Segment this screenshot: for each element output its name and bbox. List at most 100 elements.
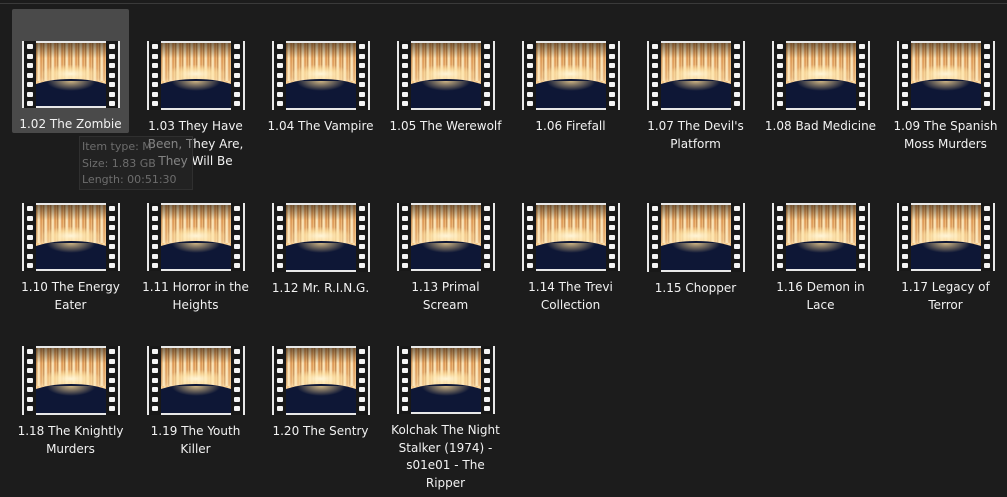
film-strip-edge bbox=[980, 203, 993, 271]
window-top-border bbox=[0, 3, 1007, 4]
file-item[interactable]: 1.19 The Youth Killer bbox=[137, 314, 254, 492]
video-preview-frame bbox=[285, 205, 356, 270]
video-preview-frame bbox=[660, 205, 731, 270]
video-preview-frame bbox=[285, 43, 356, 108]
file-name-label: 1.12 Mr. R.I.N.G. bbox=[271, 281, 370, 295]
film-strip-edge bbox=[648, 203, 661, 272]
film-strip-edge bbox=[898, 203, 911, 271]
video-file-icon bbox=[896, 41, 995, 110]
file-name-label: 1.08 Bad Medicine bbox=[764, 119, 877, 133]
film-strip-edge bbox=[605, 203, 618, 271]
file-item[interactable]: 1.14 The Trevi Collection bbox=[512, 171, 629, 314]
video-file-icon bbox=[396, 346, 495, 414]
video-preview-frame bbox=[535, 43, 606, 108]
film-strip-edge bbox=[23, 346, 36, 415]
file-name-label: 1.16 Demon in Lace bbox=[776, 280, 865, 312]
film-strip-edge bbox=[648, 41, 661, 110]
file-item[interactable]: 1.10 The Energy Eater bbox=[12, 171, 129, 314]
film-strip-edge bbox=[398, 41, 411, 110]
file-item[interactable]: 1.02 The Zombie bbox=[12, 9, 129, 133]
film-strip-edge bbox=[398, 203, 411, 271]
film-strip-edge bbox=[148, 346, 161, 415]
file-item[interactable]: 1.16 Demon in Lace bbox=[762, 171, 879, 314]
film-strip-edge bbox=[148, 203, 161, 271]
video-preview-frame bbox=[410, 205, 481, 269]
tooltip-size: Size: 1.83 GB bbox=[82, 156, 156, 170]
file-name-label: 1.20 The Sentry bbox=[272, 424, 369, 438]
film-strip-edge bbox=[730, 41, 743, 110]
video-file-icon bbox=[146, 346, 245, 415]
video-preview-frame bbox=[35, 43, 106, 106]
film-strip-edge bbox=[355, 346, 368, 415]
video-preview-frame bbox=[160, 205, 231, 269]
film-strip-edge bbox=[898, 41, 911, 110]
film-strip-edge bbox=[773, 203, 786, 271]
tooltip-length: Length: 00:51:30 bbox=[82, 173, 177, 186]
video-file-icon bbox=[396, 203, 495, 271]
film-strip-edge bbox=[23, 203, 36, 271]
video-file-icon bbox=[21, 346, 120, 415]
film-strip-edge bbox=[480, 41, 493, 110]
video-preview-frame bbox=[410, 43, 481, 108]
video-file-icon bbox=[271, 41, 370, 110]
video-preview-frame bbox=[910, 205, 981, 269]
film-strip-edge bbox=[355, 203, 368, 272]
video-preview-frame bbox=[35, 348, 106, 413]
film-strip-edge bbox=[480, 203, 493, 271]
film-strip-edge bbox=[398, 346, 411, 414]
file-name-label: 1.19 The Youth Killer bbox=[150, 424, 241, 456]
file-name-label: 1.18 The Knightly Murders bbox=[17, 424, 124, 456]
film-strip-edge bbox=[148, 41, 161, 110]
file-item[interactable]: 1.05 The Werewolf bbox=[387, 9, 504, 171]
tooltip-item-type: Item type: M bbox=[82, 140, 152, 153]
video-file-icon bbox=[646, 41, 745, 110]
file-name-label: 1.09 The Spanish Moss Murders bbox=[893, 119, 998, 151]
video-preview-frame bbox=[35, 205, 106, 269]
video-file-icon bbox=[896, 203, 995, 271]
file-item[interactable]: 1.20 The Sentry bbox=[262, 314, 379, 492]
video-file-icon bbox=[271, 203, 370, 272]
video-file-icon bbox=[21, 203, 120, 271]
film-strip-edge bbox=[605, 41, 618, 110]
file-item[interactable]: Kolchak The Night Stalker (1974) - s01e0… bbox=[387, 314, 504, 492]
file-item[interactable]: 1.17 Legacy of Terror bbox=[887, 171, 1004, 314]
film-strip-edge bbox=[523, 203, 536, 271]
file-item[interactable]: 1.04 The Vampire bbox=[262, 9, 379, 171]
film-strip-edge bbox=[105, 203, 118, 271]
film-strip-edge bbox=[855, 41, 868, 110]
film-strip-edge bbox=[230, 41, 243, 110]
video-file-icon bbox=[271, 346, 370, 415]
file-item[interactable]: 1.06 Firefall bbox=[512, 9, 629, 171]
file-name-label: Kolchak The Night Stalker (1974) - s01e0… bbox=[391, 423, 500, 490]
file-info-tooltip: Item type: M Size: 1.83 GB Length: 00:51… bbox=[79, 136, 193, 190]
file-item[interactable]: 1.18 The Knightly Murders bbox=[12, 314, 129, 492]
file-name-label: 1.11 Horror in the Heights bbox=[142, 280, 249, 312]
film-strip-edge bbox=[230, 346, 243, 415]
film-strip-edge bbox=[273, 41, 286, 110]
film-strip-edge bbox=[273, 203, 286, 272]
video-file-icon bbox=[771, 203, 870, 271]
file-name-label: 1.10 The Energy Eater bbox=[21, 280, 120, 312]
video-file-icon bbox=[521, 41, 620, 110]
video-file-icon bbox=[21, 41, 120, 108]
file-item[interactable]: 1.12 Mr. R.I.N.G. bbox=[262, 171, 379, 314]
file-item[interactable]: 1.13 Primal Scream bbox=[387, 171, 504, 314]
film-strip-edge bbox=[273, 346, 286, 415]
file-item[interactable]: 1.09 The Spanish Moss Murders bbox=[887, 9, 1004, 171]
file-name-label: 1.14 The Trevi Collection bbox=[528, 280, 613, 312]
video-preview-frame bbox=[785, 43, 856, 108]
video-file-icon bbox=[396, 41, 495, 110]
film-strip-edge bbox=[855, 203, 868, 271]
video-preview-frame bbox=[160, 43, 231, 108]
file-item[interactable]: 1.15 Chopper bbox=[637, 171, 754, 314]
file-item[interactable]: 1.11 Horror in the Heights bbox=[137, 171, 254, 314]
file-name-label: 1.15 Chopper bbox=[654, 281, 737, 295]
file-name-label: 1.07 The Devil's Platform bbox=[647, 119, 744, 151]
film-strip-edge bbox=[730, 203, 743, 272]
file-name-label: 1.05 The Werewolf bbox=[389, 119, 502, 133]
file-item[interactable]: 1.08 Bad Medicine bbox=[762, 9, 879, 171]
film-strip-edge bbox=[355, 41, 368, 110]
film-strip-edge bbox=[105, 41, 118, 108]
file-item[interactable]: 1.07 The Devil's Platform bbox=[637, 9, 754, 171]
file-name-label: 1.04 The Vampire bbox=[267, 119, 374, 133]
